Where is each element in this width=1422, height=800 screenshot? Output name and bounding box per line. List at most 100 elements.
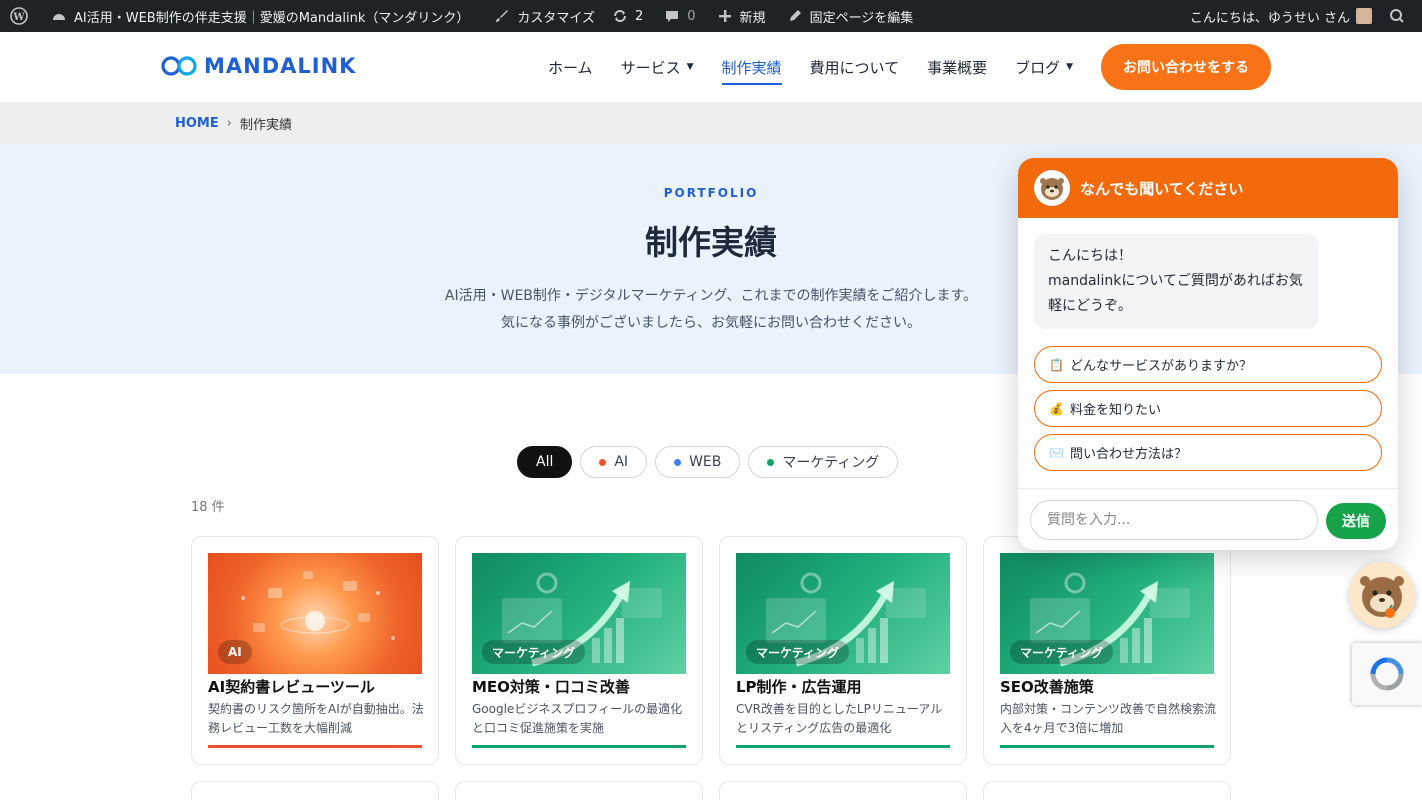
nav-item-portfolio[interactable]: 制作実績: [721, 32, 782, 102]
quick-reply-services[interactable]: 📋 どんなサービスがありますか？: [1034, 346, 1382, 383]
card-title: AI契約書レビューツール: [208, 678, 375, 696]
category-dot: [674, 458, 682, 466]
category-badge: マーケティング: [482, 640, 586, 664]
card-thumbnail: マーケティング: [472, 553, 686, 674]
card-description: 内部対策・コンテンツ改善で自然検索流入を4ヶ月で3倍に増加: [1000, 702, 1217, 735]
card-accent-bar: [208, 745, 422, 748]
card-description: CVR改善を目的としたLPリニューアルとリスティング広告の最適化: [736, 702, 943, 735]
comment-icon: [663, 7, 681, 25]
new-label: 新規: [739, 10, 766, 26]
chat-header: なんでも聞いてください: [1018, 158, 1398, 218]
portfolio-card[interactable]: マーケティング MEO対策・口コミ改善 Googleビジネスプロフィールの最適化…: [455, 536, 703, 765]
card-accent-bar: [736, 745, 950, 748]
nav-item-home[interactable]: ホーム: [548, 32, 593, 102]
my-account-link[interactable]: こんにちは、ゆうせい さん: [1182, 0, 1380, 32]
nav-item-about[interactable]: 事業概要: [927, 32, 987, 102]
filter-all[interactable]: All: [517, 446, 573, 478]
site-logo[interactable]: MANDALINK: [160, 54, 356, 78]
category-dot: [599, 458, 607, 466]
breadcrumb-current: 制作実績: [239, 117, 292, 133]
updates-count: 2: [634, 8, 644, 24]
site-title: AI活用・WEB制作の伴走支援｜愛媛のMandalink（マンダリンク）: [74, 10, 470, 26]
portfolio-card[interactable]: マーケティング SEO改善施策 内部対策・コンテンツ改善で自然検索流入を4ヶ月で…: [983, 536, 1231, 765]
chat-message-input[interactable]: [1030, 500, 1318, 540]
portfolio-card[interactable]: マーケティング LP制作・広告運用 CVR改善を目的としたLPリニューアルとリス…: [719, 536, 967, 765]
money-bag-icon: 💰: [1049, 401, 1064, 416]
contact-cta-button[interactable]: お問い合わせをする: [1101, 44, 1271, 90]
brush-icon: [493, 7, 511, 25]
wordpress-logo-button[interactable]: W: [0, 0, 42, 32]
pencil-icon: [786, 7, 804, 25]
portfolio-card[interactable]: [719, 781, 967, 800]
edit-page-label: 固定ページを編集: [809, 10, 914, 26]
clipboard-icon: 📋: [1049, 357, 1064, 372]
site-header: MANDALINK ホーム サービス ▼ 制作実績 費用について 事業概要 ブログ…: [0, 32, 1422, 102]
otter-avatar-icon: [1034, 170, 1070, 206]
site-name-link[interactable]: AI活用・WEB制作の伴走支援｜愛媛のMandalink（マンダリンク）: [42, 0, 477, 32]
chat-title: なんでも聞いてください: [1080, 179, 1244, 198]
logo-mark-icon: [161, 56, 197, 76]
recaptcha-icon: [1370, 657, 1404, 691]
chat-launcher-button[interactable]: [1349, 562, 1415, 628]
wp-admin-bar: W AI活用・WEB制作の伴走支援｜愛媛のMandalink（マンダリンク） カ…: [0, 0, 1422, 32]
card-title: LP制作・広告運用: [736, 678, 862, 696]
new-content-link[interactable]: 新規: [708, 0, 774, 32]
envelope-icon: ✉️: [1049, 445, 1064, 460]
category-dot: [767, 458, 775, 466]
otter-mascot-icon: [1360, 576, 1404, 618]
filter-marketing[interactable]: マーケティング: [748, 446, 899, 478]
svg-text:W: W: [12, 12, 25, 23]
card-thumbnail: マーケティング: [1000, 553, 1214, 674]
nav-item-blog[interactable]: ブログ ▼: [1015, 32, 1073, 102]
update-icon: [611, 7, 629, 25]
logo-text: MANDALINK: [204, 54, 357, 78]
card-accent-bar: [472, 745, 686, 748]
card-title: MEO対策・口コミ改善: [472, 678, 630, 696]
recaptcha-badge[interactable]: [1352, 643, 1422, 705]
breadcrumb-home-link[interactable]: HOME: [175, 116, 219, 131]
quick-reply-pricing[interactable]: 💰 料金を知りたい: [1034, 390, 1382, 427]
filter-web[interactable]: WEB: [655, 446, 741, 478]
card-thumbnail: AI: [208, 553, 422, 674]
card-thumbnail: マーケティング: [736, 553, 950, 674]
breadcrumb: HOME › 制作実績: [0, 102, 1422, 144]
greeting: こんにちは、ゆうせい さん: [1189, 10, 1350, 26]
updates-link[interactable]: 2: [603, 0, 651, 32]
dashboard-icon: [50, 7, 68, 25]
portfolio-card[interactable]: [191, 781, 439, 800]
portfolio-card[interactable]: [983, 781, 1231, 800]
caret-down-icon: ▼: [686, 62, 694, 72]
chat-widget: なんでも聞いてください こんにちは！ mandalinkについてご質問があればお…: [1018, 158, 1398, 550]
caret-down-icon: ▼: [1066, 62, 1074, 72]
search-icon: [1388, 7, 1406, 25]
plus-icon: [716, 7, 734, 25]
category-filters: All AI WEB マーケティング: [517, 446, 899, 478]
card-description: 契約書のリスク箇所をAIが自動抽出。法務レビュー工数を大幅削減: [208, 702, 424, 735]
comments-count: 0: [687, 8, 696, 24]
breadcrumb-separator: ›: [226, 115, 232, 131]
quick-reply-contact[interactable]: ✉️ 問い合わせ方法は？: [1034, 434, 1382, 471]
customize-link[interactable]: カスタマイズ: [485, 0, 603, 32]
chat-greeting-message: こんにちは！ mandalinkについてご質問があればお気軽にどうぞ。: [1034, 234, 1319, 329]
category-badge: AI: [218, 640, 252, 664]
admin-search-button[interactable]: [1380, 0, 1422, 32]
category-badge: マーケティング: [1010, 640, 1114, 664]
chat-send-button[interactable]: 送信: [1326, 503, 1386, 539]
main-nav: ホーム サービス ▼ 制作実績 費用について 事業概要 ブログ ▼: [548, 32, 1073, 102]
nav-item-pricing[interactable]: 費用について: [810, 32, 900, 102]
category-badge: マーケティング: [746, 640, 850, 664]
result-count: 18 件: [191, 500, 225, 515]
chat-footer: 送信: [1018, 488, 1398, 550]
portfolio-card[interactable]: [455, 781, 703, 800]
avatar: [1356, 8, 1372, 24]
comments-link[interactable]: 0: [655, 0, 703, 32]
filter-ai[interactable]: AI: [580, 446, 648, 478]
customize-label: カスタマイズ: [517, 10, 595, 26]
edit-page-link[interactable]: 固定ページを編集: [778, 0, 922, 32]
nav-item-services[interactable]: サービス ▼: [621, 32, 694, 102]
card-title: SEO改善施策: [1000, 678, 1094, 696]
card-description: Googleビジネスプロフィールの最適化と口コミ促進施策を実施: [472, 702, 683, 735]
wordpress-icon: W: [10, 7, 28, 25]
card-accent-bar: [1000, 745, 1214, 748]
portfolio-card[interactable]: AI AI契約書レビューツール 契約書のリスク箇所をAIが自動抽出。法務レビュー…: [191, 536, 439, 765]
